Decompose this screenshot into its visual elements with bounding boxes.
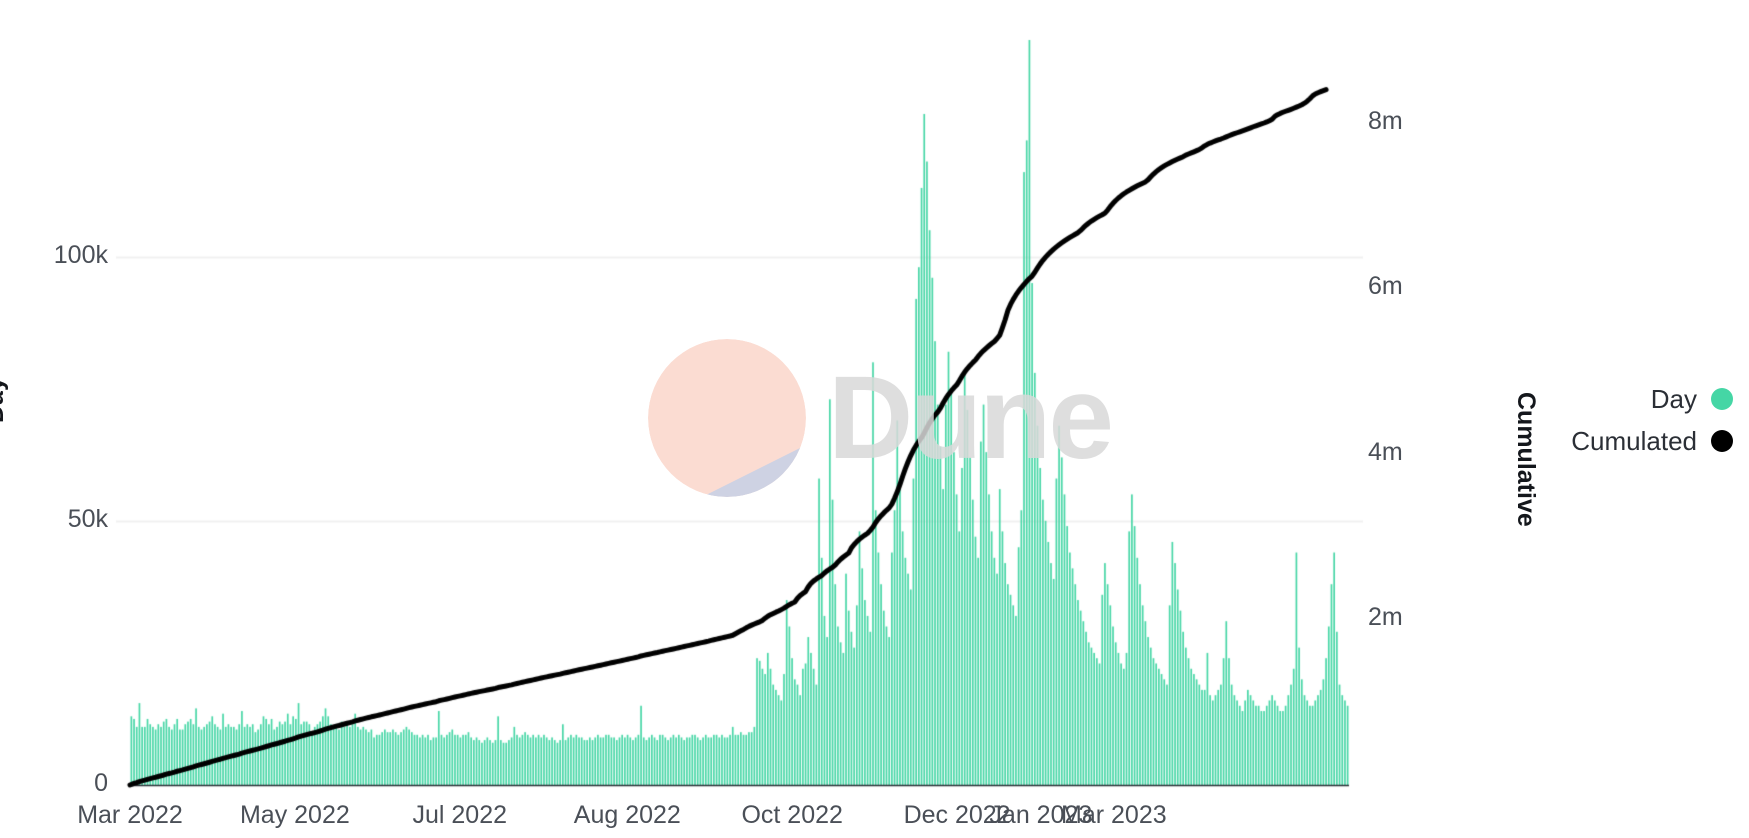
y-right-tick-1: 4m xyxy=(1368,437,1403,466)
legend-swatch-day-icon xyxy=(1711,388,1733,410)
y-right-tick-2: 6m xyxy=(1368,272,1403,301)
y-axis-left-title: Day xyxy=(0,377,9,423)
x-tick-7: Mar 2023 xyxy=(1061,801,1167,829)
legend-item-cumulated[interactable]: Cumulated xyxy=(1473,420,1733,462)
y-right-tick-3: 8m xyxy=(1368,106,1403,135)
legend-label-day: Day xyxy=(1650,383,1697,414)
chart-legend: Day Cumulated xyxy=(1473,378,1733,462)
legend-swatch-cumulated-icon xyxy=(1711,430,1733,452)
legend-label-cumulated: Cumulated xyxy=(1571,425,1697,456)
y-left-tick-2: 100k xyxy=(53,240,108,269)
legend-item-day[interactable]: Day xyxy=(1473,378,1733,420)
y-left-tick-0: 0 xyxy=(94,769,108,797)
y-right-tick-0: 2m xyxy=(1368,603,1403,632)
chart-root: Day Cumulative 050k100k 2m4m6m8m Mar 202… xyxy=(0,0,1749,838)
y-left-tick-1: 50k xyxy=(67,504,108,533)
